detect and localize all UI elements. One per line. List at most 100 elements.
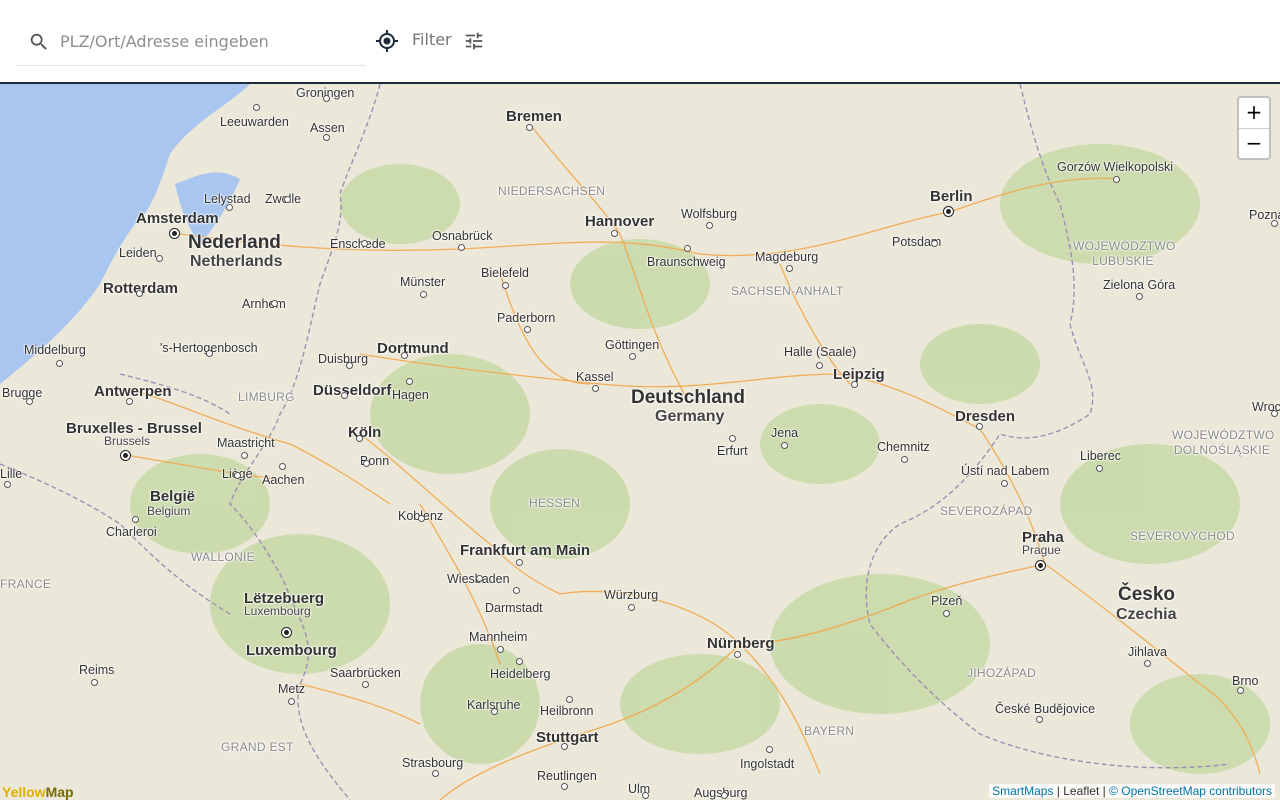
city-label: Leipzig [833, 366, 885, 383]
country-sublabel: Germany [655, 408, 725, 425]
city-marker [136, 290, 143, 297]
city-marker [241, 452, 248, 459]
region-label: LIMBURG [238, 390, 295, 404]
city-marker [786, 265, 793, 272]
city-label: Reims [79, 663, 115, 677]
city-marker [341, 392, 348, 399]
country-label: België [150, 488, 196, 505]
city-label: Kassel [576, 370, 614, 384]
tune-icon[interactable] [463, 30, 485, 52]
city-label: Paderborn [497, 311, 556, 325]
zoom-in-button[interactable]: + [1239, 98, 1269, 129]
city-marker [346, 362, 353, 369]
osm-link[interactable]: © OpenStreetMap contributors [1109, 784, 1272, 798]
city-label: Nürnberg [707, 635, 775, 652]
map-attribution: SmartMaps | Leaflet | © OpenStreetMap co… [989, 784, 1275, 798]
search-icon [30, 33, 47, 50]
city-label: Charleroi [106, 525, 157, 539]
city-label: Prague [1022, 543, 1061, 557]
city-label: Leeuwarden [220, 115, 289, 129]
yellowmap-logo: YellowMap [2, 784, 74, 800]
city-marker [418, 515, 425, 522]
city-label: Hannover [585, 213, 655, 230]
city-label: Heilbronn [540, 704, 594, 718]
city-label: Düsseldorf [313, 382, 392, 399]
city-label: Dortmund [377, 340, 449, 357]
city-marker [420, 291, 427, 298]
city-marker [401, 352, 408, 359]
city-marker [943, 610, 950, 617]
region-label: SACHSEN-ANHALT [731, 284, 844, 298]
my-location-icon[interactable] [375, 29, 399, 53]
city-marker [279, 463, 286, 470]
city-label: Darmstadt [485, 601, 543, 615]
city-label: Wolfsburg [681, 207, 738, 221]
city-label: Strasbourg [402, 756, 464, 770]
region-label: SEVEROVÝCHOD [1130, 529, 1235, 543]
city-marker [361, 240, 368, 247]
city-label: Ústí nad Labem [961, 464, 1050, 478]
city-label: Amsterdam [136, 210, 219, 227]
city-label: Antwerpen [94, 383, 172, 400]
city-label: Braunschweig [647, 255, 726, 269]
city-marker [516, 658, 523, 665]
capital-marker [943, 206, 954, 217]
city-marker [1036, 716, 1043, 723]
city-label: Erfurt [717, 444, 748, 458]
country-sublabel: Netherlands [190, 253, 283, 270]
city-label: České Budějovice [995, 702, 1096, 716]
region-label: SEVEROZÁPAD [940, 504, 1033, 518]
city-marker [288, 698, 295, 705]
city-label: Aachen [262, 473, 305, 487]
region-label: BAYERN [804, 724, 855, 738]
city-marker [362, 681, 369, 688]
city-label: Münster [400, 275, 446, 289]
city-marker [1096, 465, 1103, 472]
country-label: Nederland [188, 232, 281, 253]
city-marker [734, 651, 741, 658]
city-label: Jena [771, 426, 799, 440]
city-label: Brno [1232, 674, 1259, 688]
region-label: GRAND EST [221, 740, 294, 754]
city-label: Jihlava [1128, 645, 1167, 659]
map-canvas[interactable]: Nederland Netherlands Deutschland German… [0, 84, 1280, 800]
city-label: Luxembourg [246, 642, 337, 659]
city-marker [1136, 293, 1143, 300]
city-label: Würzburg [604, 588, 659, 602]
capital-marker [1035, 560, 1046, 571]
capital-marker [281, 627, 292, 638]
search-input[interactable] [58, 31, 352, 52]
city-marker [91, 679, 98, 686]
country-sublabel: Czechia [1116, 606, 1177, 623]
city-marker [1271, 410, 1278, 417]
city-marker [271, 300, 278, 307]
filter-button[interactable]: Filter [412, 30, 452, 49]
city-marker [513, 587, 520, 594]
capital-marker [120, 450, 131, 461]
city-marker [476, 575, 483, 582]
city-marker [592, 385, 599, 392]
city-marker [561, 743, 568, 750]
city-marker [1237, 687, 1244, 694]
city-marker [497, 646, 504, 653]
region-label: FRANCE [0, 577, 52, 591]
country-label: Deutschland [631, 387, 746, 408]
city-label: Duisburg [318, 352, 369, 366]
search-box[interactable] [16, 18, 366, 66]
city-label: Magdeburg [755, 250, 819, 264]
city-marker [432, 770, 439, 777]
city-marker [156, 255, 163, 262]
smartmaps-link[interactable]: SmartMaps [992, 784, 1053, 798]
city-label: Reutlingen [537, 769, 597, 783]
city-marker [721, 792, 728, 799]
zoom-out-button[interactable]: − [1239, 129, 1269, 159]
city-marker [253, 104, 260, 111]
city-marker [516, 559, 523, 566]
city-marker [706, 222, 713, 229]
city-label: Heidelberg [490, 667, 551, 681]
city-marker [4, 481, 11, 488]
city-marker [323, 95, 330, 102]
city-marker [406, 378, 413, 385]
city-marker [1271, 220, 1278, 227]
city-marker [684, 245, 691, 252]
